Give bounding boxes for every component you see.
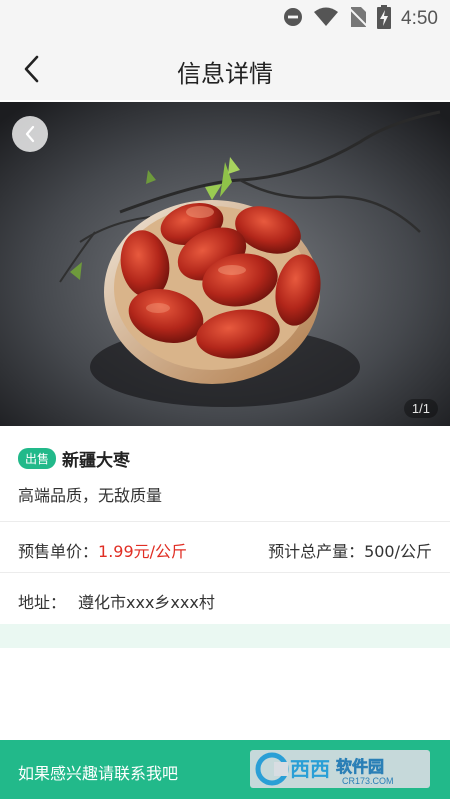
product-description: 高端品质，无敌质量 [18,486,163,505]
product-name: 新疆大枣 [62,451,131,471]
svg-text:软件园: 软件园 [336,757,384,776]
do-not-disturb-icon [283,7,303,31]
address-value: 遵化市xxx乡xxx村 [78,593,215,612]
chevron-left-icon [25,125,35,143]
watermark-logo: 西西 软件园 CR173.COM [250,750,430,788]
product-photo [0,102,450,426]
price-info: 预售单价：1.99元/公斤 [18,538,187,562]
title-row: 出售 新疆大枣 [18,446,130,471]
status-time: 4:50 [401,8,438,29]
price-label: 预售单价： [18,542,99,561]
no-sim-icon [348,6,368,32]
divider [0,572,450,573]
estimated-output: 预计总产量：500/公斤 [268,542,432,561]
svg-text:CR173.COM: CR173.COM [342,776,394,786]
divider [0,521,450,522]
nav-bar: 信息详情 [0,38,450,100]
status-icons: 4:50 [283,5,438,33]
page-title: 信息详情 [177,60,273,88]
price-value: 1.99元/公斤 [98,542,188,561]
svg-text:西西: 西西 [290,757,330,781]
section-separator [0,624,450,648]
status-bar: 4:50 [0,0,450,38]
product-image-gallery[interactable]: 1/1 [0,102,450,426]
image-counter: 1/1 [403,399,438,418]
address-label: 地址： [18,593,67,612]
wifi-icon [313,7,339,31]
contact-bar[interactable]: 如果感兴趣请联系我吧 西西 软件园 CR173.COM [0,740,450,799]
address-row: 地址： 遵化市xxx乡xxx村 [18,589,215,613]
gallery-prev-button[interactable] [12,116,48,152]
sale-badge: 出售 [18,448,57,469]
contact-button[interactable]: 如果感兴趣请联系我吧 [18,760,178,784]
battery-charging-icon [377,5,392,33]
